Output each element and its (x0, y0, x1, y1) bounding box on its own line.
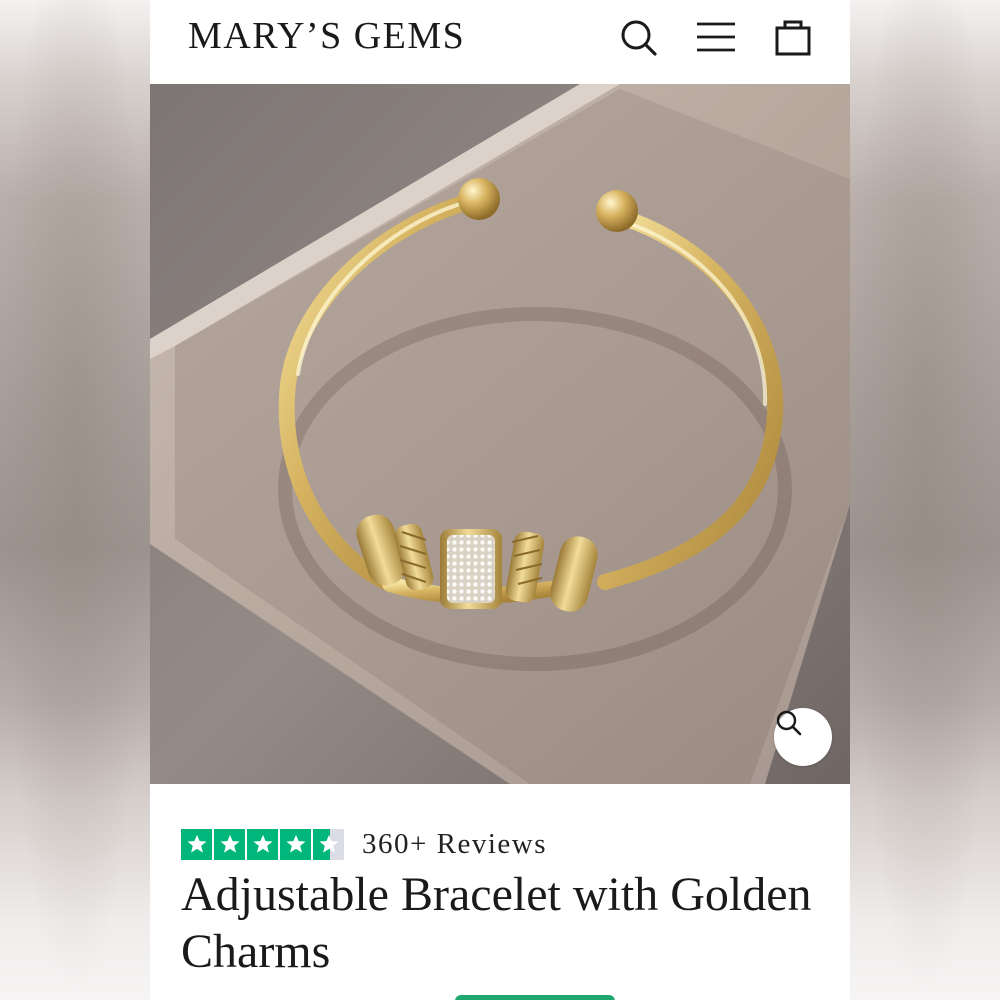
zoom-button[interactable] (774, 708, 832, 766)
add-to-cart-button[interactable] (455, 995, 615, 1000)
product-title: Adjustable Bracelet with Golden Charms (181, 868, 812, 978)
search-icon[interactable] (618, 16, 660, 58)
star-icon (181, 828, 212, 860)
star-icon (247, 828, 278, 860)
star-icon (214, 828, 245, 860)
store-logo[interactable]: MARY’S GEMS (188, 14, 465, 58)
site-header: MARY’S GEMS (150, 0, 850, 84)
rating-row[interactable]: 360+ Reviews (181, 826, 547, 862)
bracelet-photo (150, 84, 850, 784)
star-rating (181, 828, 344, 860)
star-icon (280, 828, 311, 860)
mobile-screen: MARY’S GEMS 360+ Reviews Adjustable Brac… (150, 0, 850, 1000)
menu-icon[interactable] (694, 16, 736, 58)
product-image[interactable] (150, 84, 850, 784)
blurred-backdrop-left (0, 0, 150, 1000)
zoom-icon (776, 710, 802, 736)
half-star-icon (313, 828, 344, 860)
blurred-backdrop-right (850, 0, 1000, 1000)
cart-icon[interactable] (772, 16, 814, 58)
review-count[interactable]: 360+ Reviews (362, 828, 547, 861)
